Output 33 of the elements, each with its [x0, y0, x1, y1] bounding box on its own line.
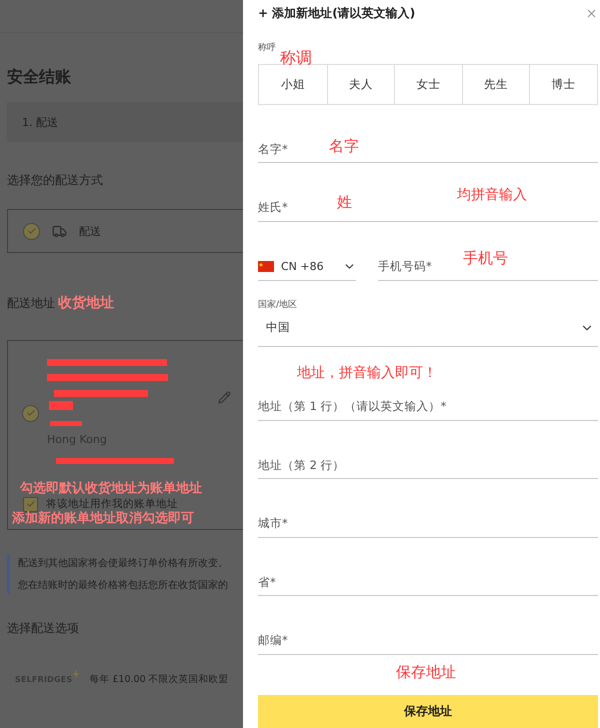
field-label: 国家/地区	[258, 298, 298, 311]
page-title: 安全结账	[7, 67, 71, 88]
annotation-text: 收货地址	[58, 295, 114, 312]
annotation-text: 保存地址	[396, 663, 456, 681]
step-bar: 1. 配送	[7, 102, 243, 142]
truck-icon	[52, 224, 67, 238]
pencil-icon[interactable]	[218, 391, 231, 404]
annotation-text: 均拼音输入	[457, 187, 527, 204]
membership-text: 每年 £10.00 不限次英国和欧盟	[89, 672, 229, 686]
section-heading: 配送地址	[7, 295, 55, 312]
notice-text: 您在结账时的最终价格将包括您所在收货国家的	[18, 578, 228, 592]
annotation-text: 添加新的账单地址取消勾选即可	[12, 512, 194, 527]
section-heading: 选择配送选项	[7, 620, 79, 637]
checkbox-label: 将该地址用作我的账单地址	[46, 497, 178, 510]
annotation-text: 手机号	[463, 249, 508, 267]
annotation-text: 姓	[337, 193, 352, 211]
annotation-text: 名字	[329, 137, 359, 155]
drawer-title: + 添加新地址(请以英文输入)	[258, 5, 416, 22]
flag-icon	[258, 260, 274, 272]
checkmark-icon	[26, 499, 36, 510]
redaction-bar	[50, 421, 82, 426]
close-button[interactable]	[585, 7, 598, 20]
save-button[interactable]: 保存地址	[258, 694, 598, 728]
annotation-text: 勾选即默认收货地址为账单地址	[20, 482, 202, 497]
annotation-text: 地址，拼音输入即可！	[297, 365, 437, 382]
field-label: 称呼	[258, 42, 276, 54]
billing-checkbox[interactable]	[23, 496, 38, 512]
bolt-icon	[73, 669, 80, 680]
annotation-text: 称调	[280, 48, 312, 68]
notice-text: 配送到其他国家将会使最终订单价格有所改变。	[18, 556, 228, 570]
section-heading: 选择您的配送方式	[7, 172, 103, 189]
redaction-bar	[49, 401, 73, 410]
option-label: 配送	[79, 224, 101, 238]
